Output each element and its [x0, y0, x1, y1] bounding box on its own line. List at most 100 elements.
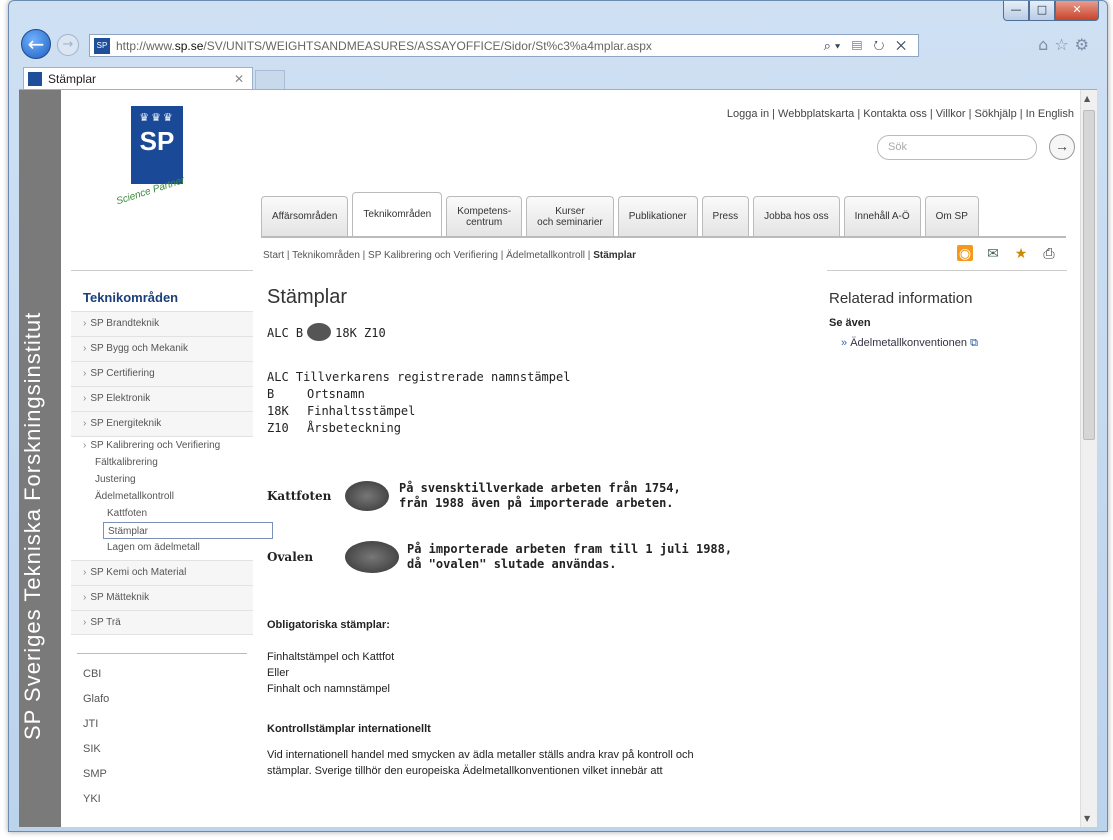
rss-icon[interactable]: ◉: [957, 245, 973, 261]
crowns-icon: ♛♛♛: [139, 112, 175, 124]
scroll-thumb[interactable]: [1083, 110, 1095, 440]
oblig-line: Finhaltstämpel och Kattfot: [267, 651, 395, 663]
left-nav-item[interactable]: SP Elektronik: [71, 386, 253, 411]
maximize-button[interactable]: □: [1029, 1, 1055, 21]
stamp-example: ALC B 18K Z10: [267, 323, 817, 341]
url-domain: sp.se: [174, 38, 204, 53]
url-prefix: http://www.: [116, 38, 175, 53]
crown-stamp-icon: [307, 323, 332, 341]
nav-tab-affarsomraden[interactable]: Affärsområden: [261, 196, 349, 236]
scroll-down-icon[interactable]: ▼: [1084, 814, 1090, 823]
sp-logo[interactable]: ♛♛♛ SP: [131, 106, 183, 184]
legend-code: 18K: [267, 404, 289, 418]
stamp-legend: ALC Tillverkarens registrerade namnstämp…: [267, 369, 817, 437]
left-nav-item[interactable]: SP Certifiering: [71, 361, 253, 386]
partner-link[interactable]: CBI: [71, 662, 253, 687]
navigation-bar: ← → SP http://www. sp.se/SV/UNITS/WEIGHTS…: [9, 27, 1107, 61]
partner-link[interactable]: SMP: [71, 762, 253, 787]
back-button[interactable]: ←: [21, 29, 51, 59]
nav-tab-kompetenscentrum[interactable]: Kompetens- centrum: [446, 196, 523, 236]
tab-close-icon[interactable]: ✕: [234, 72, 244, 86]
nav-tab-jobba[interactable]: Jobba hos oss: [753, 196, 840, 236]
legend-desc: Årsbeteckning: [307, 421, 401, 435]
page-viewport: SP Sveriges Tekniska Forskningsinstitut …: [19, 89, 1097, 827]
oblig-line: Eller: [267, 667, 290, 679]
stamp-example-a: ALC B: [267, 326, 304, 340]
kattfoten-label: Kattfoten: [267, 489, 332, 503]
partner-link[interactable]: JTI: [71, 712, 253, 737]
tab-active[interactable]: Stämplar ✕: [23, 67, 253, 90]
vertical-brand-band: SP Sveriges Tekniska Forskningsinstitut: [19, 90, 61, 827]
nav-tab-teknikomraden[interactable]: Teknikområden: [352, 192, 443, 236]
breadcrumb-path[interactable]: Start | Teknikområden | SP Kalibrering o…: [263, 250, 593, 261]
logo-text: SP: [139, 126, 175, 156]
link-arrow-icon: »: [841, 337, 848, 349]
legend-code: B: [267, 387, 275, 401]
left-nav-item[interactable]: SP Energiteknik: [71, 411, 253, 436]
stamp-example-b: 18K Z10: [335, 326, 386, 340]
left-nav-sub[interactable]: Justering: [71, 471, 253, 488]
left-nav-item[interactable]: SP Trä: [71, 610, 253, 635]
nav-tab-publikationer[interactable]: Publikationer: [617, 196, 698, 236]
kattfoten-stamp-icon: [345, 481, 389, 511]
tab-title: Stämplar: [48, 72, 97, 86]
oblig-heading: Obligatoriska stämplar:: [267, 619, 390, 631]
left-nav-sub-open[interactable]: Ädelmetallkontroll: [71, 488, 253, 505]
legend-code: ALC: [267, 370, 289, 384]
toolbar-icons[interactable]: ⌂☆⚙: [1038, 35, 1095, 54]
left-nav-sub2[interactable]: Kattfoten: [71, 505, 253, 522]
related-link[interactable]: » Ädelmetallkonventionen ⧉: [841, 337, 1049, 350]
nav-tab-kurser[interactable]: Kurser och seminarier: [526, 196, 614, 236]
forward-button[interactable]: →: [57, 34, 79, 56]
search-go-icon[interactable]: →: [1049, 134, 1075, 160]
intl-line: Vid internationell handel med smycken av…: [267, 749, 694, 761]
partner-link[interactable]: Glafo: [71, 687, 253, 712]
left-nav-item[interactable]: SP Kemi och Material: [71, 560, 253, 585]
email-icon[interactable]: ✉: [985, 245, 1001, 261]
nav-tab-om-sp[interactable]: Om SP: [924, 196, 979, 236]
search-input[interactable]: Sök: [877, 135, 1037, 160]
ovalen-row: Ovalen På importerade arbeten fram till …: [267, 541, 817, 573]
address-bar[interactable]: SP http://www. sp.se/SV/UNITS/WEIGHTSANDM…: [89, 34, 919, 57]
kattfoten-text-line: På svensktillverkade arbeten från 1754,: [399, 481, 681, 495]
related-info: Relaterad information Se även » Ädelmeta…: [829, 290, 1049, 350]
minimize-button[interactable]: —: [1003, 1, 1029, 21]
nav-divider: [261, 236, 1066, 238]
nav-tab-press[interactable]: Press: [701, 196, 750, 236]
ovalen-text-line: då "ovalen" slutade användas.: [407, 557, 617, 571]
scroll-up-icon[interactable]: ▲: [1084, 94, 1090, 103]
left-nav-sub2[interactable]: Lagen om ädelmetall: [71, 539, 253, 556]
related-link-text[interactable]: Ädelmetallkonventionen: [850, 337, 967, 349]
left-nav-divider: [77, 653, 247, 654]
external-link-icon: ⧉: [970, 337, 978, 349]
bookmark-icon[interactable]: ★: [1013, 245, 1029, 261]
oblig-line: Finhalt och namnstämpel: [267, 683, 390, 695]
legend-desc: Ortsnamn: [307, 387, 365, 401]
intl-text: Vid internationell handel med smycken av…: [267, 747, 817, 779]
left-nav-heading[interactable]: Teknikområden: [83, 290, 253, 305]
close-button[interactable]: ✕: [1055, 1, 1099, 21]
site-favicon: SP: [94, 37, 110, 54]
left-nav-item-open[interactable]: SP Kalibrering och Verifiering: [71, 436, 253, 454]
nav-tab-innehall[interactable]: Innehåll A-Ö: [843, 196, 921, 236]
print-icon[interactable]: ⎙: [1041, 245, 1057, 261]
main-nav: Affärsområden Teknikområden Kompetens- c…: [261, 192, 979, 236]
left-nav-item[interactable]: SP Bygg och Mekanik: [71, 336, 253, 361]
address-bar-buttons[interactable]: ⌕▾ ▤ ↻ ✕: [824, 38, 910, 54]
left-navigation: Teknikområden SP Brandteknik SP Bygg och…: [71, 290, 273, 812]
partner-link[interactable]: YKI: [71, 787, 253, 812]
ovalen-text-line: På importerade arbeten fram till 1 juli …: [407, 542, 733, 556]
brand-vertical-text: SP Sveriges Tekniska Forskningsinstitut: [20, 311, 45, 740]
top-links[interactable]: Logga in | Webbplatskarta | Kontakta oss…: [727, 108, 1074, 120]
related-heading: Relaterad information: [829, 290, 973, 307]
left-nav-selected[interactable]: Stämplar: [103, 522, 273, 539]
left-nav-sub[interactable]: Fältkalibrering: [71, 454, 253, 471]
partner-link[interactable]: SIK: [71, 737, 253, 762]
see-also-label: Se även: [829, 317, 871, 329]
left-nav-item[interactable]: SP Brandteknik: [71, 311, 253, 336]
left-nav-item[interactable]: SP Mätteknik: [71, 585, 253, 610]
vertical-scrollbar[interactable]: ▲ ▼: [1080, 90, 1097, 827]
new-tab-button[interactable]: [255, 70, 285, 90]
oblig-list: Finhaltstämpel och Kattfot Eller Finhalt…: [267, 649, 817, 697]
breadcrumb[interactable]: Start | Teknikområden | SP Kalibrering o…: [263, 250, 636, 261]
